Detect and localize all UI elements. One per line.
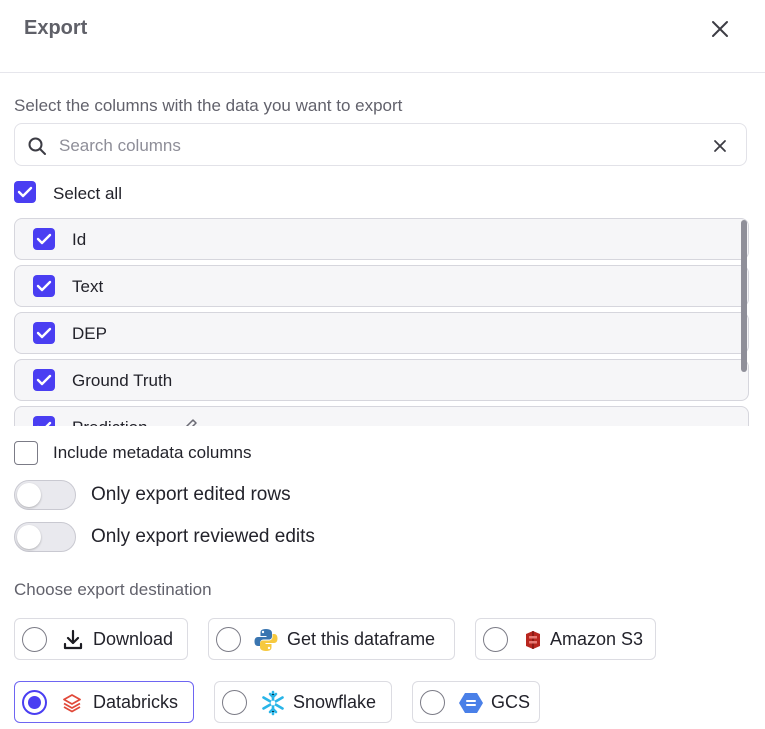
search-box	[14, 123, 747, 166]
radio-button[interactable]	[22, 690, 47, 715]
destination-label: Download	[93, 629, 174, 649]
columns-section-label: Select the columns with the data you wan…	[14, 96, 403, 115]
column-item-dep[interactable]: DEP	[14, 312, 749, 354]
checkmark-icon	[37, 421, 52, 426]
checkmark-icon	[36, 374, 52, 386]
include-metadata-checkbox[interactable]	[14, 441, 38, 465]
destination-label: GCS	[491, 692, 531, 712]
column-label: Id	[72, 230, 87, 249]
column-checkbox[interactable]	[33, 369, 55, 391]
toggle-knob	[17, 525, 41, 549]
close-icon	[712, 21, 728, 37]
destination-amazon-s3[interactable]: Amazon S3	[475, 618, 656, 660]
edited-rows-toggle[interactable]	[14, 480, 76, 510]
column-item-text[interactable]: Text	[14, 265, 749, 307]
column-checkbox[interactable]	[33, 228, 55, 250]
destination-databricks[interactable]: Databricks	[14, 681, 194, 723]
destination-get-dataframe[interactable]: Get this dataframe	[208, 618, 455, 660]
radio-button[interactable]	[222, 690, 247, 715]
radio-selected-dot	[28, 696, 41, 709]
destination-gcs[interactable]: GCS	[412, 681, 540, 723]
toggle-knob	[17, 483, 41, 507]
snowflake-icon	[262, 690, 284, 716]
column-checkbox[interactable]	[33, 322, 55, 344]
close-button[interactable]	[708, 17, 732, 41]
gcs-icon	[459, 693, 483, 713]
pencil-icon	[185, 419, 197, 426]
edited-rows-label: Only export edited rows	[91, 484, 291, 505]
radio-button[interactable]	[483, 627, 508, 652]
column-list[interactable]: Id Text DEP Ground Truth Prediction	[0, 218, 765, 426]
column-label: Ground Truth	[72, 371, 173, 390]
amazon-s3-icon	[526, 631, 540, 649]
databricks-icon	[63, 694, 81, 713]
destination-snowflake[interactable]: Snowflake	[214, 681, 392, 723]
column-item-id[interactable]: Id	[14, 218, 749, 260]
radio-button[interactable]	[22, 627, 47, 652]
checkmark-icon	[36, 280, 52, 292]
destination-label: Snowflake	[293, 692, 377, 712]
checkmark-icon	[36, 327, 52, 339]
radio-button[interactable]	[216, 627, 241, 652]
column-item-ground-truth[interactable]: Ground Truth	[14, 359, 749, 401]
column-list-scrollbar[interactable]	[741, 220, 747, 372]
column-item-prediction[interactable]: Prediction	[14, 406, 749, 426]
python-icon	[254, 629, 278, 651]
select-all-checkbox[interactable]	[14, 181, 36, 203]
select-all-label: Select all	[53, 184, 122, 203]
destination-label: Amazon S3	[550, 629, 644, 649]
search-icon	[28, 137, 46, 155]
column-checkbox[interactable]	[33, 416, 55, 426]
include-metadata-label: Include metadata columns	[53, 443, 252, 462]
download-icon	[63, 629, 83, 650]
radio-button[interactable]	[420, 690, 445, 715]
checkmark-icon	[36, 233, 52, 245]
destination-label: Databricks	[93, 692, 179, 712]
column-checkbox[interactable]	[33, 275, 55, 297]
checkmark-icon	[17, 186, 33, 198]
column-label: DEP	[72, 324, 107, 343]
destination-section-label: Choose export destination	[14, 580, 212, 599]
search-input[interactable]	[57, 132, 701, 160]
reviewed-edits-toggle[interactable]	[14, 522, 76, 552]
reviewed-edits-label: Only export reviewed edits	[91, 526, 315, 547]
dialog-header: Export	[0, 0, 765, 73]
destination-download[interactable]: Download	[14, 618, 188, 660]
dialog-title: Export	[24, 17, 88, 39]
clear-search-icon[interactable]	[711, 137, 729, 155]
destination-label: Get this dataframe	[287, 629, 436, 649]
column-label: Prediction	[72, 418, 148, 426]
column-label: Text	[72, 277, 104, 296]
